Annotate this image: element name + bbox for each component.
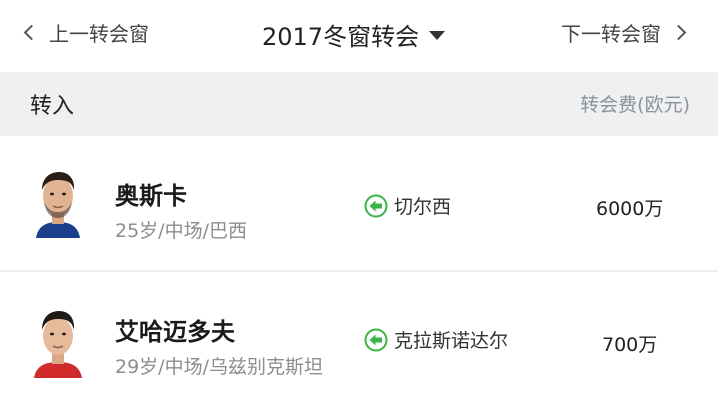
from-club-name: 克拉斯诺达尔	[394, 330, 509, 352]
transfer-row[interactable]: 艾哈迈多夫 29岁/中场/乌兹别克斯坦 克拉斯诺达尔 700万	[0, 272, 718, 402]
player-info: 29岁/中场/乌兹别克斯坦	[115, 356, 323, 378]
from-club: 切尔西	[364, 192, 451, 219]
top-navigation-bar: 上一转会窗 2017冬窗转会 下一转会窗	[0, 0, 718, 72]
player-avatar	[30, 306, 86, 378]
previous-window-label: 上一转会窗	[49, 21, 149, 46]
transfer-fee: 700万	[602, 334, 658, 356]
transfer-in-section-header: 转入 转会费(欧元)	[0, 72, 718, 136]
arrow-left-circle-icon	[364, 328, 388, 351]
arrow-left-circle-icon	[364, 194, 388, 217]
from-club-name: 切尔西	[394, 196, 452, 218]
previous-window-button[interactable]: 上一转会窗	[22, 16, 149, 48]
season-selector[interactable]: 2017冬窗转会	[262, 16, 446, 52]
from-club: 克拉斯诺达尔	[364, 326, 508, 353]
player-avatar	[30, 166, 86, 238]
season-label: 2017冬窗转会	[262, 22, 420, 51]
chevron-right-icon	[670, 24, 687, 40]
fee-column-header: 转会费(欧元)	[580, 94, 690, 116]
player-name: 艾哈迈多夫	[115, 318, 235, 346]
transfer-row[interactable]: 奥斯卡 25岁/中场/巴西 切尔西 6000万	[0, 136, 718, 270]
section-title: 转入	[30, 94, 75, 119]
transfer-fee: 6000万	[596, 198, 664, 220]
next-window-button[interactable]: 下一转会窗	[561, 16, 687, 48]
player-name: 奥斯卡	[115, 182, 187, 210]
chevron-left-icon	[23, 24, 40, 40]
next-window-label: 下一转会窗	[561, 21, 661, 46]
player-info: 25岁/中场/巴西	[115, 220, 247, 242]
caret-down-icon	[429, 30, 446, 40]
